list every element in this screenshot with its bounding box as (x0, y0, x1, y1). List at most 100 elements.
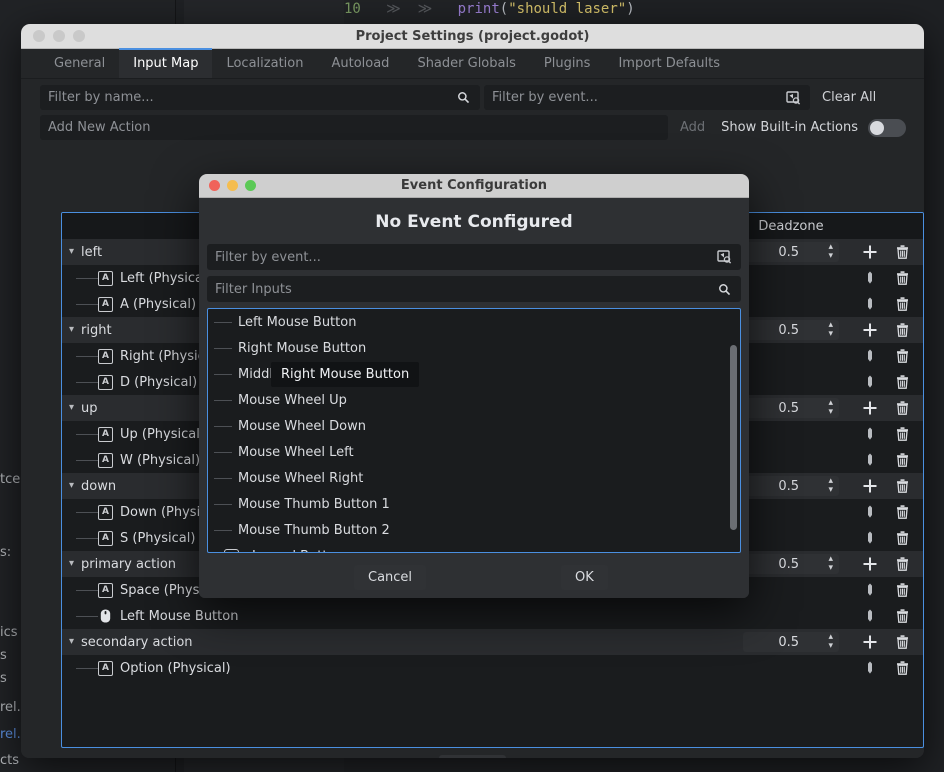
action-name: Left Mouse Button (120, 608, 239, 624)
filter-by-event-input[interactable]: Filter by event... (484, 85, 810, 110)
input-label: Right Mouse Button (238, 340, 367, 356)
input-list-item[interactable]: Mouse Thumb Button 1 (208, 491, 740, 517)
keyboard-scan-icon[interactable] (715, 248, 733, 266)
chevron-down-icon[interactable]: ▾ (69, 403, 81, 413)
delete-button[interactable] (893, 555, 911, 573)
input-list-item[interactable]: Mouse Wheel Down (208, 413, 740, 439)
delete-button[interactable] (893, 477, 911, 495)
deadzone-cell[interactable]: 0.5 ▴ ▾ (731, 242, 851, 262)
edit-event-button[interactable] (861, 529, 879, 547)
delete-button[interactable] (893, 269, 911, 287)
cancel-button[interactable]: Cancel (354, 564, 427, 590)
filter-by-name-input[interactable]: Filter by name... (40, 85, 480, 110)
action-event-row[interactable]: A Option (Physical) (62, 655, 923, 681)
action-event-row[interactable]: Left Mouse Button (62, 603, 923, 629)
delete-button[interactable] (893, 373, 911, 391)
deadzone-cell[interactable]: 0.5 ▴ ▾ (731, 398, 851, 418)
delete-button[interactable] (893, 659, 911, 677)
chevron-down-icon[interactable]: ▾ (69, 325, 81, 335)
input-list-item[interactable]: Left Mouse Button (208, 309, 740, 335)
deadzone-spinbox[interactable]: 0.5 ▴ ▾ (743, 398, 839, 418)
tab-shader-globals[interactable]: Shader Globals (403, 48, 529, 78)
chevron-down-icon[interactable]: ▾ (69, 481, 81, 491)
input-list-item[interactable]: ▸● Joypad Buttons (208, 543, 740, 553)
add-event-button[interactable] (861, 477, 879, 495)
tab-localization[interactable]: Localization (212, 48, 317, 78)
deadzone-spinbox[interactable]: 0.5 ▴ ▾ (743, 632, 839, 652)
clear-all-button[interactable]: Clear All (814, 86, 884, 109)
delete-button[interactable] (893, 607, 911, 625)
edit-event-button[interactable] (861, 581, 879, 599)
show-builtin-toggle[interactable] (868, 118, 906, 137)
add-event-button[interactable] (861, 399, 879, 417)
delete-button[interactable] (893, 243, 911, 261)
edit-event-button[interactable] (861, 347, 879, 365)
tab-autoload[interactable]: Autoload (317, 48, 403, 78)
input-list-item[interactable]: Mouse Wheel Up (208, 387, 740, 413)
input-list-item[interactable]: Mouse Wheel Right (208, 465, 740, 491)
tab-input-map[interactable]: Input Map (119, 48, 213, 78)
delete-button[interactable] (893, 633, 911, 651)
delete-button[interactable] (893, 451, 911, 469)
deadzone-cell[interactable]: 0.5 ▴ ▾ (731, 554, 851, 574)
deadzone-cell[interactable]: 0.5 ▴ ▾ (731, 320, 851, 340)
delete-button[interactable] (893, 425, 911, 443)
tab-plugins[interactable]: Plugins (530, 48, 605, 78)
deadzone-spinbox[interactable]: 0.5 ▴ ▾ (743, 476, 839, 496)
chevron-down-icon[interactable]: ▾ (69, 559, 81, 569)
chevron-right-icon[interactable]: ▸ (212, 551, 224, 553)
settings-tabbar[interactable]: General Input Map Localization Autoload Shad… (21, 48, 924, 79)
stepper-icon[interactable]: ▴ ▾ (828, 399, 833, 417)
delete-button[interactable] (893, 347, 911, 365)
delete-button[interactable] (893, 529, 911, 547)
stepper-icon[interactable]: ▴ ▾ (828, 321, 833, 339)
deadzone-spinbox[interactable]: 0.5 ▴ ▾ (743, 242, 839, 262)
delete-button[interactable] (893, 503, 911, 521)
chevron-down-icon[interactable]: ▾ (69, 637, 81, 647)
edit-event-button[interactable] (861, 607, 879, 625)
input-list-scrollbar[interactable] (730, 345, 737, 530)
delete-button[interactable] (893, 321, 911, 339)
input-list-items[interactable]: Left Mouse Button Right Mouse Button Middl… (208, 309, 740, 553)
input-list-item[interactable]: Right Mouse Button (208, 335, 740, 361)
edit-event-button[interactable] (861, 373, 879, 391)
stepper-icon[interactable]: ▴ ▾ (828, 243, 833, 261)
project-settings-titlebar[interactable]: Project Settings (project.godot) (21, 24, 924, 49)
add-action-button[interactable]: Add (668, 120, 717, 135)
edit-event-button[interactable] (861, 451, 879, 469)
keyboard-scan-icon[interactable] (784, 89, 802, 107)
delete-button[interactable] (893, 581, 911, 599)
edit-event-button[interactable] (861, 295, 879, 313)
deadzone-cell[interactable]: 0.5 ▴ ▾ (731, 632, 851, 652)
stepper-icon[interactable]: ▴ ▾ (828, 633, 833, 651)
add-event-button[interactable] (861, 243, 879, 261)
add-event-button[interactable] (861, 555, 879, 573)
dialog-filter-by-event-input[interactable]: Filter by event... (207, 244, 741, 270)
deadzone-cell[interactable]: 0.5 ▴ ▾ (731, 476, 851, 496)
add-event-button[interactable] (861, 633, 879, 651)
edit-event-button[interactable] (861, 269, 879, 287)
stepper-icon[interactable]: ▴ ▾ (828, 477, 833, 495)
edit-event-button[interactable] (861, 425, 879, 443)
chevron-down-icon[interactable]: ▾ (69, 247, 81, 257)
delete-button[interactable] (893, 399, 911, 417)
filter-inputs-input[interactable]: Filter Inputs (207, 276, 741, 302)
action-group-row[interactable]: ▾ secondary action 0.5 ▴ ▾ (62, 629, 923, 655)
delete-button[interactable] (893, 295, 911, 313)
add-new-action-input[interactable]: Add New Action (40, 115, 668, 140)
add-event-button[interactable] (861, 321, 879, 339)
edit-event-button[interactable] (861, 659, 879, 677)
deadzone-spinbox[interactable]: 0.5 ▴ ▾ (743, 554, 839, 574)
deadzone-spinbox[interactable]: 0.5 ▴ ▾ (743, 320, 839, 340)
tree-guide (214, 529, 232, 531)
event-config-titlebar[interactable]: Event Configuration (199, 174, 749, 198)
edit-event-button[interactable] (861, 503, 879, 521)
tab-import-defaults[interactable]: Import Defaults (604, 48, 734, 78)
tab-general[interactable]: General (40, 48, 119, 78)
input-list-item[interactable]: Mouse Wheel Left (208, 439, 740, 465)
input-list[interactable]: Left Mouse Button Right Mouse Button Middl… (207, 308, 741, 553)
input-list-item[interactable]: Mouse Thumb Button 2 (208, 517, 740, 543)
ok-button[interactable]: OK (561, 564, 608, 590)
close-button[interactable]: Close (438, 755, 507, 758)
stepper-icon[interactable]: ▴ ▾ (828, 555, 833, 573)
